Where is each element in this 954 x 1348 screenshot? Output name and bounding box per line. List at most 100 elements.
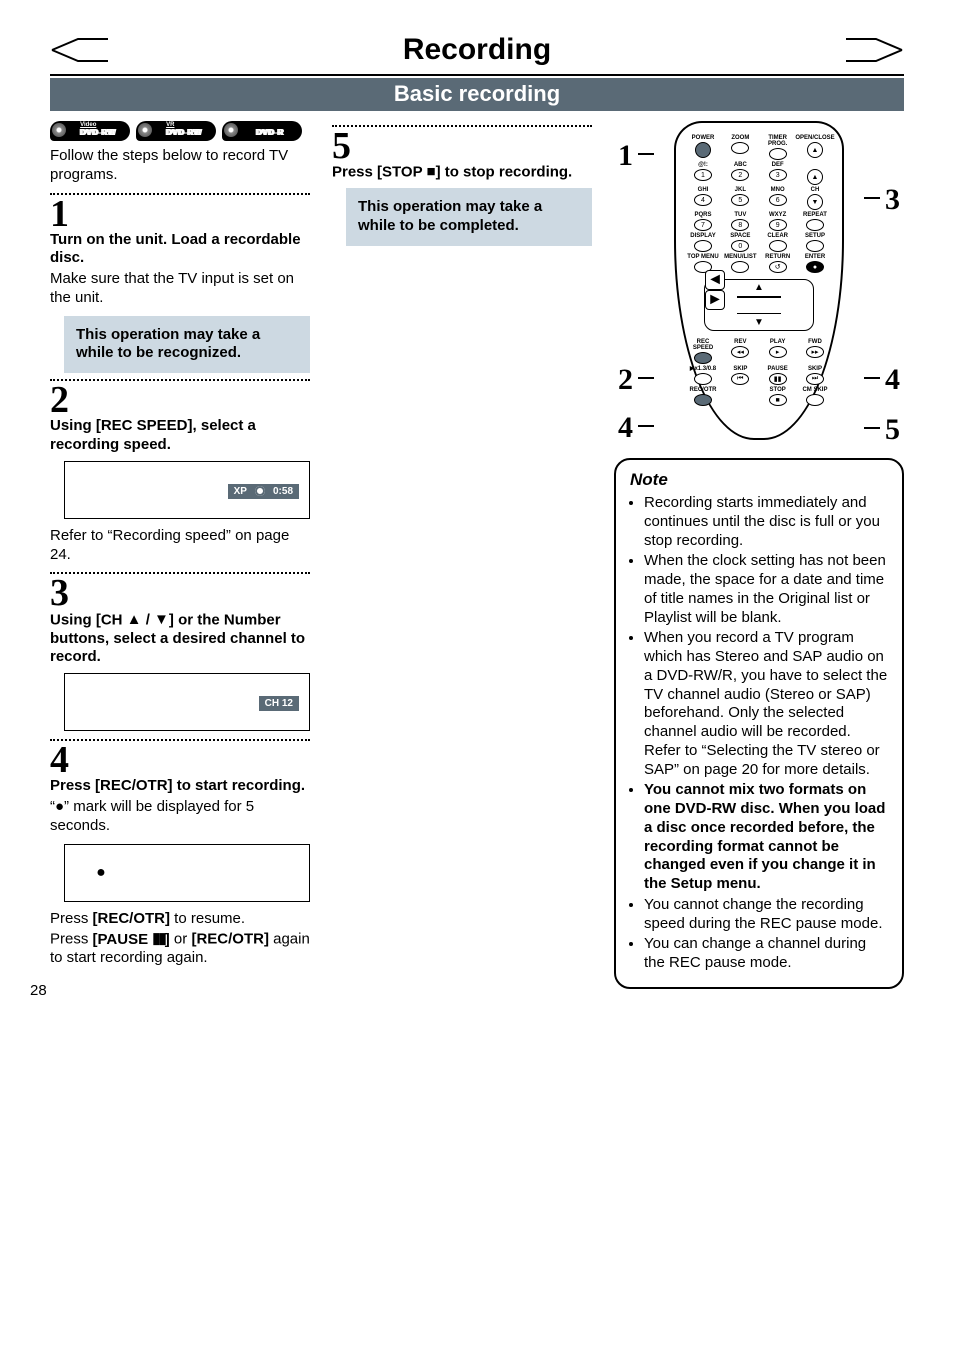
skip-fwd-button[interactable]: ⏭ — [806, 373, 824, 385]
header-band: Recording — [50, 30, 904, 70]
step-2-display: XP 0:58 — [64, 461, 310, 519]
dpad-right-button[interactable]: ► — [705, 290, 725, 310]
open-close-label: OPEN/CLOSE — [795, 135, 834, 141]
dpad-down-icon: ▼ — [754, 317, 764, 328]
badge-dvd-rw-vr: VR DVD-RW — [136, 121, 216, 141]
stop-button[interactable]: ■ — [769, 394, 787, 406]
repeat-label: REPEAT — [803, 212, 827, 218]
left-column: Video DVD-RW VR DVD-RW DVD-R Follow the … — [50, 121, 310, 989]
remote-illustration: 1 2 4 3 4 5 POWER ZOOM TIMER PROG. — [644, 121, 874, 440]
badge-dvd-r: DVD-R — [222, 121, 302, 141]
note-box: Note Recording starts immediately and co… — [614, 458, 904, 989]
zoom-button[interactable] — [731, 142, 749, 154]
skip-back-button[interactable]: ⏮ — [731, 373, 749, 385]
divider — [50, 74, 904, 76]
remote-callout-3: 3 — [885, 183, 900, 217]
down-triangle-icon: ▼ — [154, 611, 169, 630]
step-1-body: Make sure that the TV input is set on th… — [50, 270, 310, 308]
note-heading: Note — [630, 470, 888, 490]
step-4-title: Press [REC/OTR] to start recording. — [50, 777, 310, 796]
key-4[interactable]: 4 — [694, 194, 712, 206]
power-label: POWER — [692, 135, 715, 141]
disc-icon — [255, 486, 265, 496]
step-3-number: 3 — [50, 576, 310, 610]
open-close-button[interactable]: ▲ — [807, 142, 823, 158]
fwd-button[interactable]: ▸▸ — [806, 346, 824, 358]
key-0[interactable]: 0 — [731, 240, 749, 252]
record-dot-icon: ● — [93, 865, 109, 881]
remote-callout-2: 2 — [618, 363, 633, 397]
dpad-left-button[interactable]: ◄ — [705, 270, 725, 290]
timer-label: TIMER PROG. — [761, 135, 795, 147]
key-5[interactable]: 5 — [731, 194, 749, 206]
step-4-number: 4 — [50, 743, 310, 777]
step-2-after: Refer to “Recording speed” on page 24. — [50, 527, 310, 565]
ch-label: CH — [811, 187, 820, 193]
key-8[interactable]: 8 — [731, 219, 749, 231]
key-6[interactable]: 6 — [769, 194, 787, 206]
cm-skip-button[interactable] — [806, 394, 824, 406]
step-4-resume: Press [REC/OTR] to resume. Press [PAUSE … — [50, 910, 310, 969]
step-4-body: “●” mark will be displayed for 5 seconds… — [50, 798, 310, 836]
content-columns: Video DVD-RW VR DVD-RW DVD-R Follow the … — [50, 121, 904, 989]
ch-up-button[interactable]: ▲ — [807, 169, 823, 185]
play-button[interactable]: ▸ — [769, 346, 787, 358]
setup-button[interactable] — [806, 240, 824, 252]
chip-time: 0:58 — [273, 486, 293, 497]
menu-list-button[interactable] — [731, 261, 749, 273]
return-button[interactable]: ↺ — [769, 261, 787, 273]
step-5-number: 5 — [332, 129, 592, 163]
step-2-number: 2 — [50, 383, 310, 417]
manual-page: Recording Basic recording Video DVD-RW V… — [0, 0, 954, 1009]
power-button[interactable] — [695, 142, 711, 158]
channel-chip: CH 12 — [259, 696, 299, 711]
step-5-title: Press [STOP ■] to stop recording. — [332, 163, 592, 182]
enter-button[interactable]: ● — [806, 261, 824, 273]
key-3[interactable]: 3 — [769, 169, 787, 181]
stop-icon: ■ — [427, 163, 436, 182]
step-3-title: Using [CH ▲ / ▼] or the Number buttons, … — [50, 611, 310, 668]
step-2-title: Using [REC SPEED], select a recording sp… — [50, 417, 310, 455]
key-9[interactable]: 9 — [769, 219, 787, 231]
step-3-display: CH 12 — [64, 673, 310, 731]
divider — [50, 572, 310, 574]
step-1-title: Turn on the unit. Load a recordable disc… — [50, 231, 310, 269]
step-1-callout: This operation may take a while to be re… — [64, 316, 310, 374]
key-1[interactable]: 1 — [694, 169, 712, 181]
remote-body: POWER ZOOM TIMER PROG. OPEN/CLOSE▲ @!:1 … — [674, 121, 844, 440]
remote-callout-4-left: 4 — [618, 411, 633, 445]
divider — [50, 193, 310, 195]
note-item: You cannot mix two formats on one DVD-RW… — [644, 781, 888, 894]
key-2[interactable]: 2 — [731, 169, 749, 181]
intro-text: Follow the steps below to record TV prog… — [50, 147, 310, 185]
divider — [332, 125, 592, 127]
ch-down-button[interactable]: ▼ — [807, 194, 823, 210]
note-item: Recording starts immediately and continu… — [644, 494, 888, 550]
remote-callout-4-right: 4 — [885, 363, 900, 397]
rec-otr-button[interactable] — [694, 394, 712, 406]
key-7[interactable]: 7 — [694, 219, 712, 231]
divider — [50, 739, 310, 741]
clear-button[interactable] — [769, 240, 787, 252]
disc-badges: Video DVD-RW VR DVD-RW DVD-R — [50, 121, 310, 141]
remote-callout-1: 1 — [618, 139, 633, 173]
page-title: Recording — [50, 30, 904, 70]
middle-column: 5 Press [STOP ■] to stop recording. This… — [332, 121, 592, 989]
display-button[interactable] — [694, 240, 712, 252]
rec-speed-chip: XP 0:58 — [228, 484, 299, 499]
step-1-number: 1 — [50, 197, 310, 231]
remote-callout-5: 5 — [885, 413, 900, 447]
note-item: When the clock setting has not been made… — [644, 552, 888, 627]
pause-button[interactable]: ▮▮ — [769, 373, 787, 385]
ch-up-label — [814, 162, 816, 168]
rec-speed-button[interactable] — [694, 352, 712, 364]
right-column: 1 2 4 3 4 5 POWER ZOOM TIMER PROG. — [614, 121, 904, 989]
zoom-label: ZOOM — [731, 135, 749, 141]
arrow-right-icon — [844, 37, 904, 63]
timer-prog-button[interactable] — [769, 148, 787, 160]
dpad[interactable]: ▲ ▼ ◄ ► — [704, 279, 814, 331]
rev-button[interactable]: ◂◂ — [731, 346, 749, 358]
pause-icon: ▮▮ — [152, 930, 165, 949]
x13-button[interactable] — [694, 373, 712, 385]
repeat-button[interactable] — [806, 219, 824, 231]
